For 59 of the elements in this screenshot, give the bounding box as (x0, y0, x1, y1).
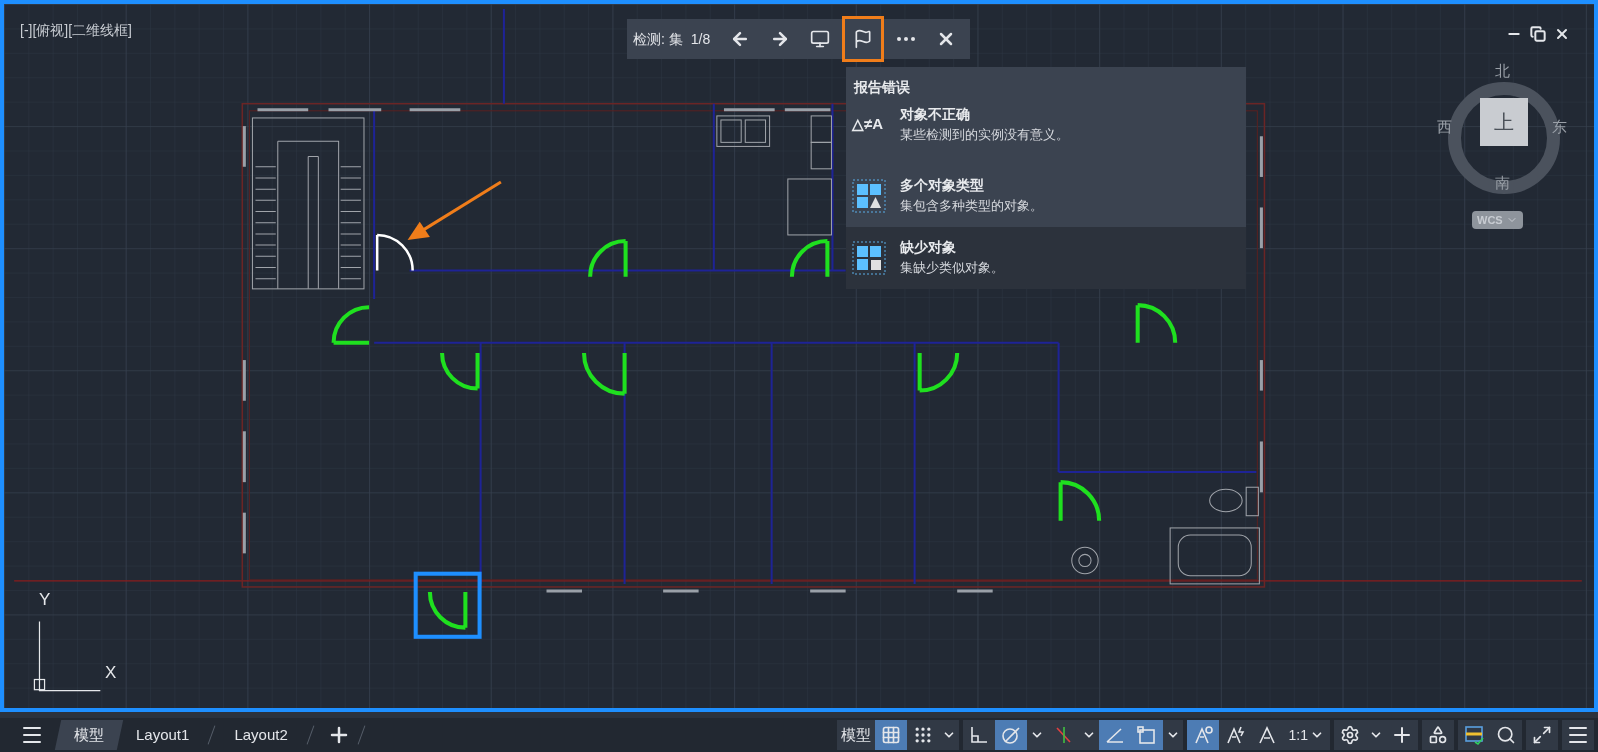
item-title: 对象不正确 (900, 105, 971, 124)
search-icon (1496, 725, 1516, 745)
close-icon[interactable] (1554, 26, 1570, 42)
polar-button[interactable] (994, 720, 1027, 750)
set-counter: 1/8 (690, 29, 711, 49)
ucs-y-label: Y (39, 589, 51, 611)
ucs-x-label: X (105, 662, 117, 684)
polar-circle-icon (999, 724, 1022, 746)
layout-tab[interactable]: Layout2 (218, 720, 304, 750)
east-label[interactable]: 东 (1552, 116, 1567, 139)
item-title: 多个对象类型 (900, 176, 985, 196)
viewcube-face[interactable]: 上 (1480, 98, 1528, 146)
menu-item[interactable]: △≠A 对象不正确 某些检测到的实例没有意义。 (846, 102, 1246, 165)
annotation-auto-button[interactable] (1218, 720, 1251, 750)
isolate-button[interactable] (1458, 720, 1490, 750)
dropdown-button[interactable] (1162, 720, 1183, 750)
monitor-icon (810, 29, 831, 49)
dropdown-button[interactable] (1026, 720, 1047, 750)
annotation-button[interactable] (1186, 720, 1219, 750)
settings-icon (1340, 725, 1360, 745)
ortho-button[interactable] (962, 720, 995, 750)
item-description: 集包含多种类型的对象。 (900, 197, 1043, 216)
isolate-objects-icon (1463, 724, 1485, 746)
scale-label: 1:1 (1288, 725, 1308, 745)
square-snap-icon (1135, 724, 1158, 746)
layout-tab[interactable]: 模型 (54, 720, 124, 750)
shapes-icon (1428, 725, 1448, 745)
flag-icon (853, 29, 874, 49)
restore-icon[interactable] (1530, 26, 1546, 42)
menu-title: 报告错误 (846, 67, 1246, 102)
fullscreen-icon (1532, 725, 1552, 745)
not-equal-icon: △≠A (852, 113, 894, 136)
menu-button[interactable] (1562, 720, 1594, 750)
viewport-label[interactable]: [-][俯视][二维线框] (20, 20, 132, 41)
inspect-button[interactable] (1490, 720, 1522, 750)
grid-icon (880, 725, 901, 745)
dropdown-button[interactable] (1078, 720, 1099, 750)
ucs-axes-icon (33, 620, 101, 692)
item-description: 某些检测到的实例没有意义。 (900, 126, 1069, 144)
toolbar-label: 检测: 集 (633, 29, 683, 49)
item-title: 缺少对象 (900, 238, 957, 258)
north-label[interactable]: 北 (1495, 60, 1510, 83)
fullscreen-button[interactable] (1526, 720, 1558, 750)
snap-button[interactable] (906, 720, 939, 750)
angle-button[interactable] (1098, 720, 1131, 750)
grid-button[interactable] (874, 720, 907, 750)
item-description: 集缺少类似对象。 (900, 259, 1004, 278)
scale-button[interactable]: 1:1 (1282, 720, 1330, 750)
more-icon (897, 37, 916, 41)
report-button[interactable] (842, 16, 885, 62)
dropdown-button[interactable] (938, 720, 959, 750)
model-button[interactable]: 模型 (836, 720, 875, 750)
shapes-button[interactable] (1422, 720, 1454, 750)
square-grid-icon (852, 240, 886, 275)
menu-item[interactable]: 多个对象类型 集包含多种类型的对象。 (846, 164, 1246, 227)
west-label[interactable]: 西 (1437, 116, 1452, 139)
gear-button[interactable] (1334, 720, 1366, 750)
plus-button[interactable] (1386, 720, 1418, 750)
highlight-frame (413, 571, 482, 639)
